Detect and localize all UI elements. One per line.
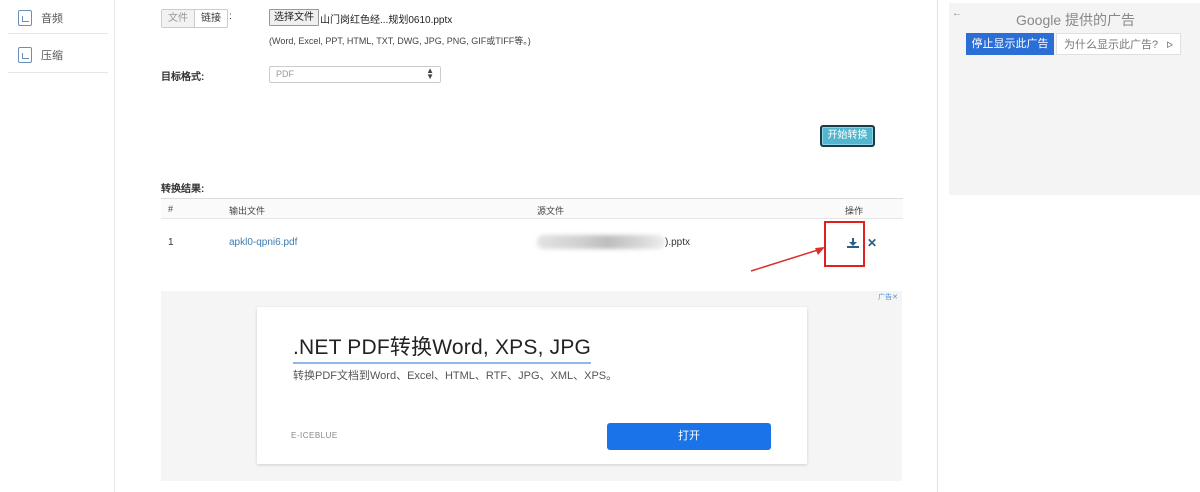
source-toggle: 文件 链接 [161, 9, 228, 28]
ad-open-button[interactable]: 打开 [607, 423, 771, 450]
google-ad-title-suffix: 提供的广告 [1065, 12, 1136, 28]
why-this-ad-label: 为什么显示此广告? [1064, 39, 1159, 51]
tab-link[interactable]: 链接 [195, 10, 227, 27]
results-table: # 输出文件 源文件 操作 [161, 198, 903, 219]
google-ad-title: Google 提供的广告 [1016, 10, 1135, 30]
back-arrow-icon[interactable]: ← [952, 8, 962, 19]
table-header: # 输出文件 源文件 操作 [161, 198, 903, 219]
sidebar-item-label: 音频 [41, 13, 63, 25]
play-triangle-icon: ᐅ [1166, 40, 1173, 50]
sidebar-item-audio[interactable]: 音频 [0, 0, 108, 36]
why-this-ad-button[interactable]: 为什么显示此广告? ᐅ [1056, 33, 1181, 55]
source-file-suffix: ).pptx [665, 237, 691, 248]
tab-file[interactable]: 文件 [162, 10, 195, 27]
sidebar-item-label: 压缩 [41, 50, 63, 62]
delete-icon[interactable]: ✕ [867, 236, 877, 250]
compress-file-icon [18, 47, 32, 63]
main-panel: 文件 链接 : 选择文件 山门岗红色经...规划0610.pptx (Word,… [115, 0, 938, 492]
annotation-arrow [750, 247, 825, 272]
redacted-source-name [537, 235, 665, 249]
audio-file-icon [18, 10, 32, 26]
selected-file-name: 山门岗红色经...规划0610.pptx [320, 15, 453, 26]
ad-description: 转换PDF文档到Word、Excel、HTML、RTF、JPG、XML、XPS。 [293, 370, 618, 382]
col-index: # [168, 204, 174, 214]
col-source: 源文件 [537, 206, 565, 216]
ad-badge[interactable]: 广告✕ [878, 292, 898, 302]
select-arrows-icon: ▲ ▼ [426, 66, 434, 81]
ad-brand: E-ICEBLUE [291, 431, 338, 440]
target-format-select[interactable]: PDF ▲ ▼ [269, 66, 441, 83]
ad-banner: 广告✕ .NET PDF转换Word, XPS, JPG 转换PDF文档到Wor… [161, 291, 902, 481]
sidebar-item-compress[interactable]: 压缩 [0, 37, 108, 73]
target-format-value: PDF [276, 69, 294, 79]
sidebar: 音频 压缩 [0, 0, 115, 492]
download-icon[interactable] [847, 238, 859, 248]
right-divider [937, 0, 938, 492]
choose-file-button[interactable]: 选择文件 [269, 9, 319, 26]
output-file-link[interactable]: apkl0-qpni6.pdf [229, 237, 297, 248]
row-index: 1 [168, 237, 174, 248]
supported-formats-hint: (Word, Excel, PPT, HTML, TXT, DWG, JPG, … [269, 36, 531, 46]
sidebar-divider [8, 33, 108, 34]
stop-showing-ad-button[interactable]: 停止显示此广告 [966, 33, 1054, 55]
target-format-label: 目标格式: [161, 72, 205, 83]
sidebar-divider [8, 72, 108, 73]
ad-title[interactable]: .NET PDF转换Word, XPS, JPG [293, 331, 592, 364]
source-colon: : [229, 11, 232, 22]
ad-card[interactable]: .NET PDF转换Word, XPS, JPG 转换PDF文档到Word、Ex… [257, 307, 807, 464]
start-convert-button[interactable]: 开始转换 [820, 125, 875, 147]
col-output: 输出文件 [229, 206, 266, 216]
google-ad-panel: ← Google 提供的广告 停止显示此广告 为什么显示此广告? ᐅ [949, 3, 1200, 195]
col-actions: 操作 [845, 206, 864, 216]
google-brand: Google [1016, 12, 1062, 28]
results-label: 转换结果: [161, 184, 205, 195]
